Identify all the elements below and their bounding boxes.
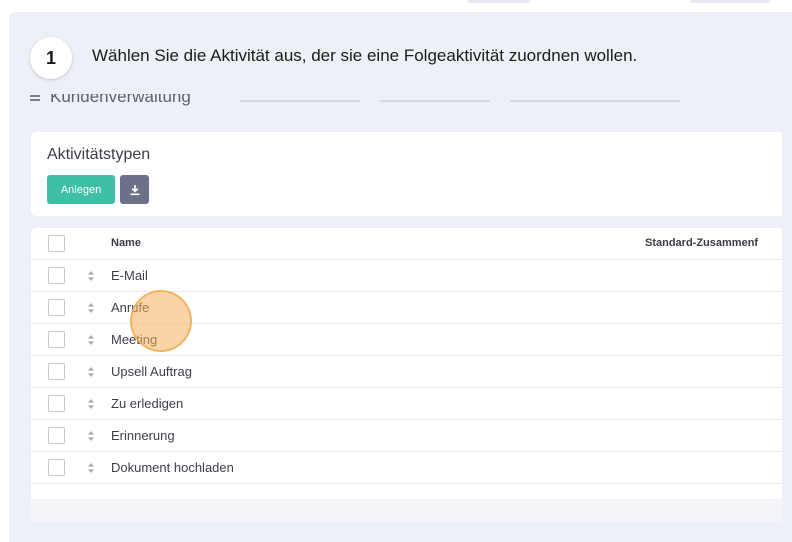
- step-instruction: Wählen Sie die Aktivität aus, der sie ei…: [92, 46, 638, 65]
- row-checkbox[interactable]: [48, 427, 65, 444]
- row-name[interactable]: Erinnerung: [111, 428, 175, 443]
- table-row[interactable]: Erinnerung: [31, 420, 782, 452]
- breadcrumb-title: Kundenverwaltung: [50, 94, 191, 106]
- row-checkbox[interactable]: [48, 363, 65, 380]
- create-button[interactable]: Anlegen: [47, 175, 115, 204]
- table-row[interactable]: Dokument hochladen: [31, 452, 782, 484]
- download-icon: [130, 184, 139, 195]
- table-row[interactable]: Zu erledigen: [31, 388, 782, 420]
- select-all-checkbox[interactable]: [48, 235, 65, 252]
- row-name[interactable]: Zu erledigen: [111, 396, 183, 411]
- column-header-name[interactable]: Name: [111, 237, 141, 249]
- drag-sort-icon[interactable]: [87, 334, 95, 346]
- download-button[interactable]: [120, 175, 149, 204]
- table-footer: [31, 499, 782, 522]
- row-checkbox[interactable]: [48, 267, 65, 284]
- row-checkbox[interactable]: [48, 299, 65, 316]
- activity-types-table: Name Standard-Zusammenf E-Mail Anrufe Meet…: [31, 228, 782, 522]
- breadcrumb-ghost: [240, 100, 360, 102]
- row-checkbox[interactable]: [48, 459, 65, 476]
- hamburger-icon[interactable]: [30, 99, 40, 101]
- top-ghost-element: [690, 0, 770, 3]
- row-name[interactable]: Upsell Auftrag: [111, 364, 192, 379]
- drag-sort-icon[interactable]: [87, 270, 95, 282]
- row-checkbox[interactable]: [48, 395, 65, 412]
- table-row[interactable]: E-Mail: [31, 260, 782, 292]
- click-highlight-indicator: [130, 290, 192, 352]
- top-strip: [0, 0, 792, 12]
- breadcrumb: Kundenverwaltung: [30, 94, 770, 108]
- activity-types-header-card: Aktivitätstypen Anlegen: [31, 132, 782, 216]
- step-number-badge: 1: [30, 37, 72, 79]
- row-checkbox[interactable]: [48, 331, 65, 348]
- top-ghost-element: [468, 0, 530, 3]
- page-title: Aktivitätstypen: [47, 146, 151, 163]
- column-header-standard[interactable]: Standard-Zusammenf: [645, 237, 782, 249]
- drag-sort-icon[interactable]: [87, 462, 95, 474]
- row-name[interactable]: Dokument hochladen: [111, 460, 234, 475]
- table-row[interactable]: Upsell Auftrag: [31, 356, 782, 388]
- breadcrumb-ghost: [380, 100, 490, 102]
- breadcrumb-ghost: [510, 100, 680, 102]
- table-header: Name Standard-Zusammenf: [31, 228, 782, 260]
- drag-sort-icon[interactable]: [87, 366, 95, 378]
- drag-sort-icon[interactable]: [87, 430, 95, 442]
- drag-sort-icon[interactable]: [87, 398, 95, 410]
- row-name[interactable]: E-Mail: [111, 268, 148, 283]
- drag-sort-icon[interactable]: [87, 302, 95, 314]
